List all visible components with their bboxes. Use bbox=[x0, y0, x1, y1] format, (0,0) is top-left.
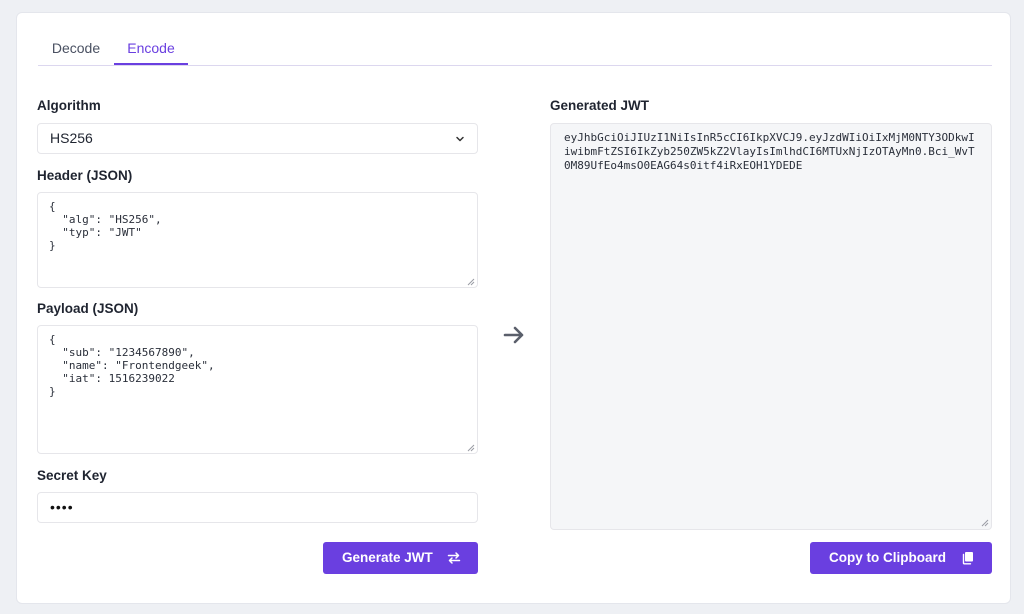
resize-handle-icon[interactable] bbox=[467, 444, 475, 452]
secret-key-input[interactable]: •••• bbox=[37, 492, 478, 523]
payload-json-input[interactable]: { "sub": "1234567890", "name": "Frontend… bbox=[37, 325, 478, 454]
resize-handle-icon[interactable] bbox=[467, 278, 475, 286]
algorithm-select[interactable]: HS256 bbox=[37, 123, 478, 154]
generated-jwt-text: eyJhbGciOiJIUzI1NiIsInR5cCI6IkpXVCJ9.eyJ… bbox=[564, 131, 975, 172]
arrow-right-icon bbox=[503, 326, 524, 344]
payload-label: Payload (JSON) bbox=[37, 301, 139, 316]
chevron-down-icon bbox=[456, 136, 464, 142]
algorithm-value: HS256 bbox=[50, 130, 93, 146]
swap-arrows-icon bbox=[447, 552, 461, 564]
algorithm-label: Algorithm bbox=[37, 98, 101, 113]
jwt-tool-card: Decode Encode Algorithm HS256 Header (JS… bbox=[16, 12, 1011, 604]
secret-key-label: Secret Key bbox=[37, 468, 107, 483]
generate-jwt-label: Generate JWT bbox=[342, 550, 433, 565]
resize-handle-icon[interactable] bbox=[981, 519, 989, 527]
tab-decode[interactable]: Decode bbox=[38, 35, 114, 64]
header-label: Header (JSON) bbox=[37, 168, 133, 183]
copy-to-clipboard-button[interactable]: Copy to Clipboard bbox=[810, 542, 992, 574]
header-json-input[interactable]: { "alg": "HS256", "typ": "JWT" } bbox=[37, 192, 478, 288]
tab-bar: Decode Encode bbox=[38, 35, 992, 66]
copy-icon bbox=[962, 552, 973, 565]
tab-encode[interactable]: Encode bbox=[114, 35, 188, 65]
copy-to-clipboard-label: Copy to Clipboard bbox=[829, 550, 946, 565]
generated-jwt-label: Generated JWT bbox=[550, 98, 650, 113]
generate-jwt-button[interactable]: Generate JWT bbox=[323, 542, 478, 574]
generated-jwt-output[interactable]: eyJhbGciOiJIUzI1NiIsInR5cCI6IkpXVCJ9.eyJ… bbox=[550, 123, 992, 530]
